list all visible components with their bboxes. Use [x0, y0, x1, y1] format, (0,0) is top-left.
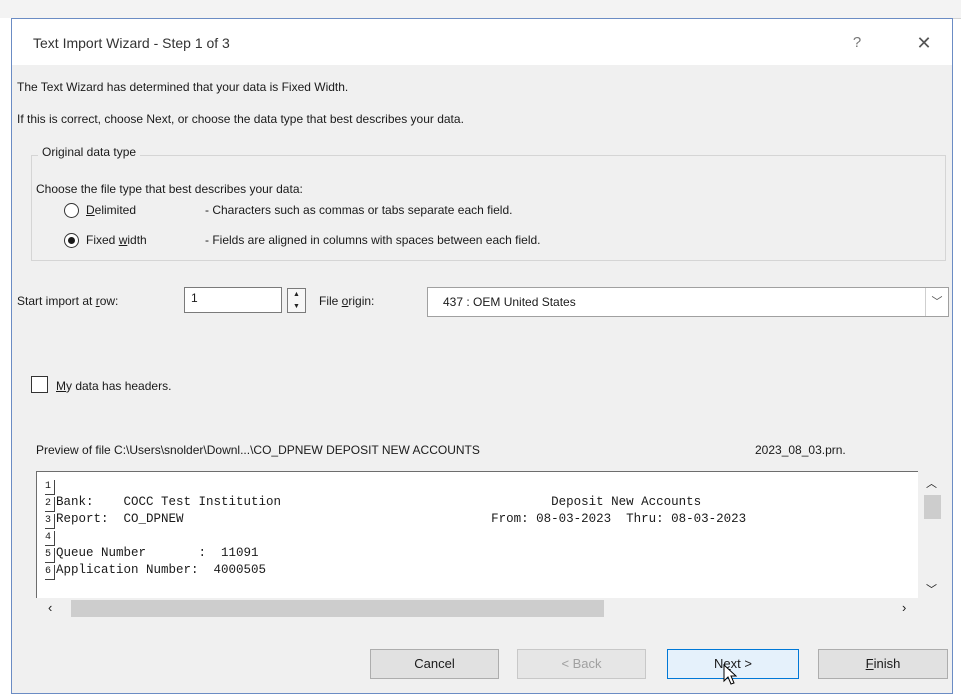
start-row-label: Start import at row:	[17, 294, 119, 308]
preview-line: 2 Bank: COCC Test Institution Deposit New…	[45, 495, 701, 512]
help-button[interactable]: ?	[842, 29, 872, 57]
scroll-up-icon[interactable]: ︿	[926, 475, 937, 491]
preview-label: Preview of file C:\Users\snolder\Downl..…	[36, 443, 480, 457]
group-title: Original data type	[38, 145, 141, 159]
scroll-right-icon[interactable]: ›	[902, 600, 906, 615]
background-toolbar-strip	[0, 0, 961, 19]
start-row-spinner[interactable]: ▲ ▼	[287, 288, 306, 313]
finish-button[interactable]: Finish	[818, 649, 948, 679]
back-button[interactable]: < Back	[517, 649, 646, 679]
chevron-down-icon[interactable]: ﹀	[925, 288, 948, 316]
preview-line: 5 Queue Number : 11091	[45, 546, 259, 563]
preview-label-suffix: 2023_08_03.prn.	[755, 443, 846, 457]
cancel-button[interactable]: Cancel	[370, 649, 499, 679]
delimited-description: - Characters such as commas or tabs sepa…	[205, 203, 513, 217]
preview-line: 1	[45, 478, 56, 495]
scroll-down-icon[interactable]: ﹀	[926, 581, 937, 597]
start-row-input[interactable]: 1	[184, 287, 282, 313]
intro-line-1: The Text Wizard has determined that your…	[17, 80, 349, 94]
text-import-wizard-dialog: Text Import Wizard - Step 1 of 3 ? ✕ The…	[11, 18, 953, 694]
dialog-title: Text Import Wizard - Step 1 of 3	[33, 35, 230, 51]
spin-down-icon[interactable]: ▼	[288, 301, 305, 312]
horizontal-scroll-thumb[interactable]	[71, 600, 604, 617]
file-type-prompt: Choose the file type that best describes…	[36, 182, 303, 196]
title-bar: Text Import Wizard - Step 1 of 3 ? ✕	[12, 19, 952, 65]
preview-horizontal-scrollbar[interactable]: ‹ ›	[36, 598, 919, 617]
data-preview-pane[interactable]: 1 2 Bank: COCC Test Institution Deposit N…	[36, 471, 919, 617]
file-origin-label: File origin:	[319, 294, 375, 308]
preview-line: 6 Application Number: 4000505	[45, 563, 266, 580]
scroll-left-icon[interactable]: ‹	[48, 600, 52, 615]
radio-delimited[interactable]	[64, 203, 79, 218]
preview-line: 4	[45, 529, 56, 546]
radio-fixed-width[interactable]	[64, 233, 79, 248]
preview-vertical-scrollbar[interactable]: ︿ ﹀	[918, 471, 946, 599]
vertical-scroll-thumb[interactable]	[924, 495, 941, 519]
fixed-width-description: - Fields are aligned in columns with spa…	[205, 233, 541, 247]
preview-line: 3 Report: CO_DPNEW From: 08-03-2023 Thru:…	[45, 512, 746, 529]
radio-fixed-width-label: Fixed width	[86, 233, 147, 247]
close-button[interactable]: ✕	[907, 29, 941, 57]
headers-checkbox[interactable]	[31, 376, 48, 393]
file-origin-select[interactable]: 437 : OEM United States ﹀	[427, 287, 949, 317]
file-origin-value: 437 : OEM United States	[443, 295, 576, 309]
intro-line-2: If this is correct, choose Next, or choo…	[17, 112, 464, 126]
radio-delimited-label: Delimited	[86, 203, 137, 217]
headers-checkbox-label: My data has headers.	[56, 379, 172, 393]
mouse-cursor-icon	[723, 664, 737, 685]
spin-up-icon[interactable]: ▲	[288, 289, 305, 300]
